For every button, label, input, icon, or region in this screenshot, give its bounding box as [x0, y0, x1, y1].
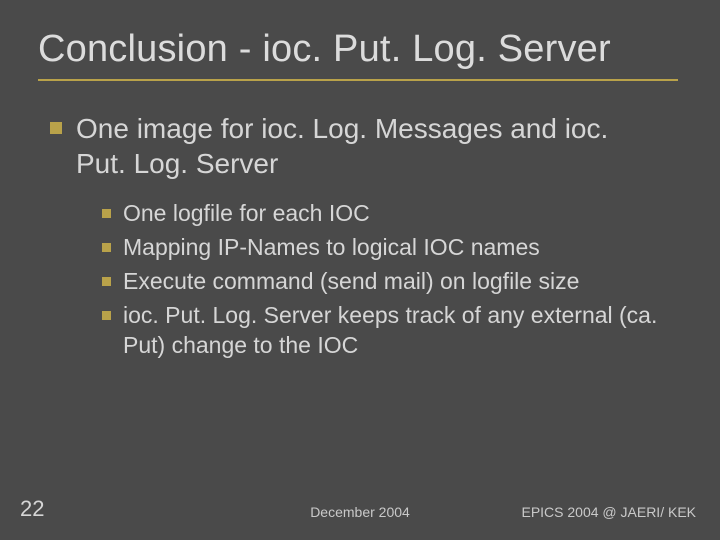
page-number: 22 — [20, 496, 44, 522]
list-item: Mapping IP-Names to logical IOC names — [102, 233, 682, 263]
slide-title: Conclusion - ioc. Put. Log. Server — [38, 28, 682, 71]
list-item: One image for ioc. Log. Messages and ioc… — [50, 111, 682, 181]
sublist: One logfile for each IOC Mapping IP-Name… — [102, 199, 682, 360]
list-item-text: ioc. Put. Log. Server keeps track of any… — [123, 301, 663, 361]
list-item-text: Mapping IP-Names to logical IOC names — [123, 233, 540, 263]
slide: Conclusion - ioc. Put. Log. Server One i… — [0, 0, 720, 540]
square-bullet-icon — [102, 243, 111, 252]
list-item: One logfile for each IOC — [102, 199, 682, 229]
square-bullet-icon — [102, 311, 111, 320]
list-item-text: One logfile for each IOC — [123, 199, 370, 229]
list-item-text: One image for ioc. Log. Messages and ioc… — [76, 111, 656, 181]
footer: 22 December 2004 EPICS 2004 @ JAERI/ KEK — [0, 498, 720, 522]
square-bullet-icon — [102, 209, 111, 218]
title-rule — [38, 79, 678, 81]
footer-venue: EPICS 2004 @ JAERI/ KEK — [521, 504, 696, 520]
square-bullet-icon — [50, 122, 62, 134]
list-item-text: Execute command (send mail) on logfile s… — [123, 267, 579, 297]
list-item: Execute command (send mail) on logfile s… — [102, 267, 682, 297]
footer-date: December 2004 — [310, 504, 410, 520]
square-bullet-icon — [102, 277, 111, 286]
list-item: ioc. Put. Log. Server keeps track of any… — [102, 301, 682, 361]
